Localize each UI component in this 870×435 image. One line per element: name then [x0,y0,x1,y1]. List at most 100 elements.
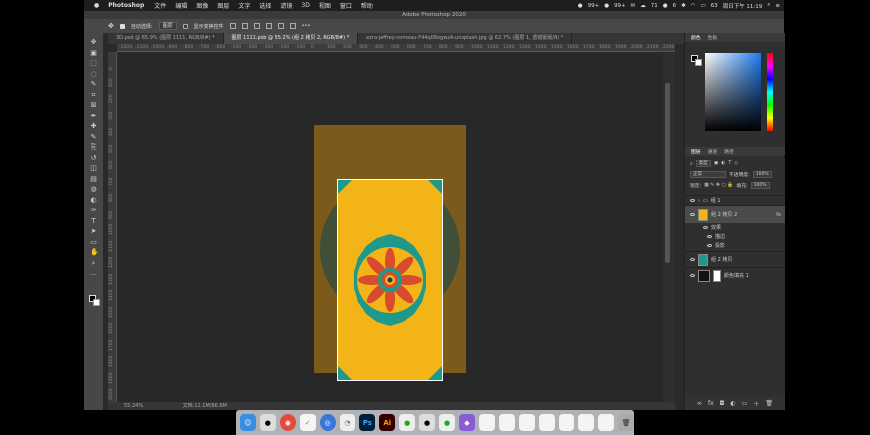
menu-select[interactable]: 选择 [259,1,271,10]
frame-tool-icon[interactable]: ⊠ [90,102,97,109]
fx-add-icon[interactable]: fx [708,400,714,407]
pen-tool-icon[interactable]: ✑ [90,207,97,214]
cloud-icon[interactable]: ☁ [640,3,646,9]
menu-window[interactable]: 窗口 [340,1,352,10]
wechat-icon[interactable]: ● [399,414,416,431]
trash-icon[interactable]: 🗑 [765,400,773,407]
tab-swatches[interactable]: 色板 [708,34,718,41]
layer-row-selected[interactable]: 组 2 拷贝 2 fx [685,205,785,223]
auto-select-checkbox[interactable] [119,23,125,29]
chat-icon[interactable]: ● [663,3,668,9]
tab-3d-psd[interactable]: 3D.psd @ 65.9% (图层 1111, RGB/8#) * [108,33,224,44]
file-thumbnail-icon[interactable] [478,414,495,431]
file-thumbnail-icon[interactable] [538,414,555,431]
chrome-icon[interactable]: ◉ [279,414,296,431]
move-tool-icon[interactable]: ✥ [108,22,114,30]
eye-icon[interactable] [690,258,695,261]
qq-icon[interactable]: ● [259,414,276,431]
battery-icon[interactable]: ▭ [700,3,705,9]
app-menu[interactable]: Photoshop [108,2,144,9]
gradient-tool-icon[interactable]: ▤ [90,175,97,183]
fx-icon[interactable]: fx [776,212,781,218]
lasso-tool-icon[interactable]: ◌ [90,70,97,78]
adjustment-icon[interactable]: ◐ [730,400,735,407]
file-thumbnail-icon[interactable] [598,414,615,431]
marquee-tool-icon[interactable]: ⬚ [90,60,97,67]
transform-checkbox[interactable] [182,23,188,29]
hand-tool-icon[interactable]: ✋ [90,249,99,256]
background-swatch[interactable] [695,59,702,66]
eye-icon[interactable] [690,199,695,202]
quick-select-tool-icon[interactable]: ✎ [90,81,97,88]
menu-3d[interactable]: 3D [301,2,309,9]
crop-tool-icon[interactable]: ⌗ [90,91,97,99]
filter-type-icon[interactable]: T [728,161,731,166]
clock[interactable]: 周日下午 11:19 [723,2,763,10]
trash-icon[interactable]: 🗑 [618,414,635,431]
tab-paths[interactable]: 路径 [724,148,734,155]
history-brush-tool-icon[interactable]: ↺ [90,154,97,162]
illustrator-icon[interactable]: Ai [379,414,396,431]
notification-icon[interactable]: ≡ [775,3,780,9]
menu-layer[interactable]: 图层 [217,1,229,10]
file-thumbnail-icon[interactable] [518,414,535,431]
path-select-tool-icon[interactable]: ➤ [90,228,97,235]
chevron-right-icon[interactable]: › [698,198,700,204]
mail-icon[interactable]: ✉ [631,3,636,9]
search-icon[interactable]: ⌕ [767,2,770,9]
eyedropper-tool-icon[interactable]: ✒ [90,112,97,120]
align-center-icon[interactable] [241,23,248,29]
lock-icons[interactable]: ▦ ✎ ✥ ▢ 🔒 [704,183,733,188]
eye-icon[interactable] [707,235,712,238]
hue-slider[interactable] [767,53,773,131]
clone-tool-icon[interactable]: ⎘ [90,144,97,151]
type-tool-icon[interactable]: T [90,217,97,225]
qq-icon[interactable]: ● [578,3,583,9]
wechat-icon[interactable]: ● [439,414,455,431]
scroll-thumb[interactable] [665,83,670,263]
menu-file[interactable]: 文件 [154,1,166,10]
filter-dropdown[interactable]: 类型 [695,160,711,167]
mask-add-icon[interactable]: ◘ [720,400,725,407]
tab-unsplash-jpg[interactable]: ezra-jeffrey-comeau-F44q08ogwzA-unsplash… [358,33,573,44]
finder-icon[interactable]: ☺ [240,414,256,431]
layer-select-dropdown[interactable]: 图层 [158,22,177,30]
menu-filter[interactable]: 滤镜 [280,1,292,10]
menu-type[interactable]: 文字 [238,1,250,10]
apple-icon[interactable]: ● [94,2,99,9]
menu-image[interactable]: 图像 [196,1,208,10]
filter-shape-icon[interactable]: ◇ [734,161,738,166]
layer-row[interactable]: 组 2 拷贝 [685,251,785,267]
menu-edit[interactable]: 编辑 [175,1,187,10]
document-canvas[interactable] [337,179,443,381]
eye-icon[interactable] [707,244,712,247]
more-icon[interactable]: ••• [302,23,311,29]
zoom-tool-icon[interactable]: ⌕ [90,259,97,267]
file-thumbnail-icon[interactable] [498,414,515,431]
bluetooth-icon[interactable]: ✱ [681,3,686,9]
brush-tool-icon[interactable]: ✎ [90,133,97,141]
folder-add-icon[interactable]: ▭ [742,400,748,407]
fill-field[interactable]: 100% [750,182,770,189]
effects-row[interactable]: 效果 [685,223,785,232]
dodge-tool-icon[interactable]: ◐ [90,196,97,204]
photoshop-icon[interactable]: Ps [359,414,376,431]
eye-icon[interactable] [690,274,695,277]
tab-channels[interactable]: 通道 [708,148,718,155]
new-layer-icon[interactable]: ＋ [753,399,759,408]
layer-row[interactable]: 颜色填充 1 [685,267,785,283]
wechat-icon[interactable]: ● [604,3,609,9]
file-thumbnail-icon[interactable] [578,414,595,431]
safari-icon[interactable]: ◎ [319,414,336,431]
eye-icon[interactable] [703,226,708,229]
align-right-icon[interactable] [253,23,260,29]
tab-layers[interactable]: 图层 [691,148,701,155]
blend-mode-dropdown[interactable]: 正常 [690,171,726,178]
align-bottom-icon[interactable] [289,23,296,29]
align-left-icon[interactable] [229,23,236,29]
file-thumbnail-icon[interactable] [558,414,575,431]
blur-tool-icon[interactable]: ◍ [90,186,97,193]
rectangle-tool-icon[interactable]: ▭ [90,238,97,246]
healing-tool-icon[interactable]: ✚ [90,123,97,130]
tab-color[interactable]: 颜色 [691,34,701,41]
